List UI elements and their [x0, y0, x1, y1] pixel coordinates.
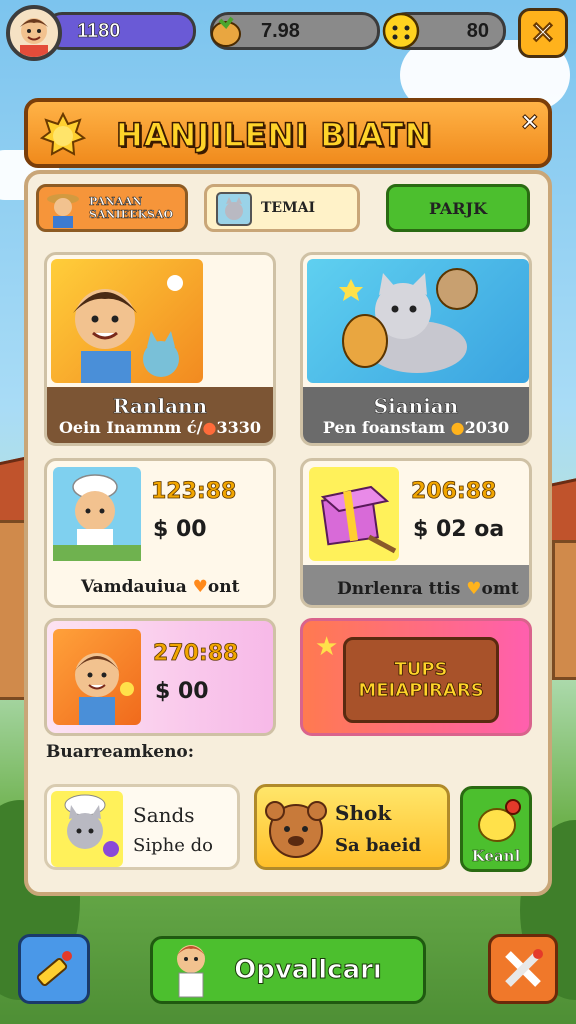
- section-label: Buarreamkeno:: [46, 742, 195, 762]
- offer-2-subtitle: Pen foanstam ●2030: [323, 418, 509, 437]
- bottom-item-2[interactable]: Shok Sa baeid: [254, 784, 450, 870]
- level-bar: 1180: [44, 12, 196, 50]
- item-3-cost: $ 00: [155, 679, 209, 704]
- promo-star-icon: ★: [315, 631, 339, 661]
- bottom-item-2-name: Shok: [335, 801, 392, 825]
- offer-2-price: 2030: [464, 417, 510, 437]
- tab-temai-label: TEMAI: [261, 200, 315, 216]
- bottom-item-1-detail: Siphe do: [133, 835, 213, 856]
- tab-temai[interactable]: TEMAI: [204, 184, 360, 232]
- top-close-button[interactable]: ✕: [518, 8, 568, 58]
- chef-cat-icon: [51, 791, 123, 867]
- bear-face-icon: [263, 797, 329, 861]
- tab-parjk[interactable]: PARJK: [386, 184, 530, 232]
- crossed-tools-icon: [505, 949, 543, 987]
- bottom-item-3-name: Keanl: [471, 847, 521, 866]
- girl-chef-image: [53, 629, 141, 725]
- item-1-cost: $ 00: [153, 517, 207, 542]
- promo-line-2: MEIAPIRARS: [358, 680, 484, 702]
- level-value: 1180: [77, 19, 121, 42]
- farmer-avatar-icon: [43, 189, 83, 229]
- offer-card-2[interactable]: Sianian Pen foanstam ●2030: [300, 252, 532, 446]
- offer-1-subtitle: Oein Inamnm ć/●3330: [59, 418, 261, 437]
- offer-2-subtitle-text: Pen foanstam: [322, 417, 446, 437]
- promo-sign: TUPS MEIAPIRARS: [343, 637, 499, 723]
- item-card-3[interactable]: 270:88 $ 00: [44, 618, 276, 736]
- coins-value: 7.98: [261, 19, 300, 42]
- sun-badge-icon: [39, 111, 87, 158]
- heart-coin-icon: ●: [202, 417, 217, 437]
- item-1-caption-tail: ont: [207, 577, 240, 597]
- tab-parjk-label: PARJK: [428, 198, 488, 218]
- item-2-caption: Dnrlenra ttis ♥omt: [337, 579, 519, 599]
- item-2-price: 206:88: [411, 479, 497, 505]
- bottom-item-1[interactable]: Sands Siphe do: [44, 784, 240, 870]
- main-action-button[interactable]: Opvallcarı: [150, 936, 426, 1004]
- heart-icon: ♥: [466, 579, 482, 599]
- gift-box-image: [309, 467, 399, 561]
- item-2-caption-tail: omt: [481, 579, 519, 599]
- heart-coin-icon: ●: [450, 417, 465, 437]
- banner-title: HANJILENI BIATN: [115, 115, 433, 155]
- hammer-button[interactable]: [18, 934, 90, 1004]
- chef-kid-image: [53, 467, 141, 561]
- item-1-caption: Vamdauiua ♥ont: [81, 577, 239, 597]
- shop-title-banner: HANJILENI BIATN ×: [24, 98, 552, 168]
- tools-button[interactable]: [488, 934, 558, 1004]
- cat-map-icon: [215, 191, 253, 227]
- offer-1-price: 3330: [216, 417, 262, 437]
- offer-1-subtitle-text: Oein Inamnm ć/: [58, 417, 203, 437]
- hammer-icon: [36, 951, 72, 987]
- item-2-cost: $ 02 oa: [413, 517, 505, 542]
- item-1-price: 123:88: [151, 479, 237, 505]
- carrot-coin-icon: [206, 10, 246, 50]
- item-3-price: 270:88: [153, 641, 239, 667]
- lemon-icon: [473, 795, 525, 847]
- gems-value: 80: [466, 19, 489, 42]
- bottom-item-2-detail: Sa baeid: [335, 835, 422, 856]
- offer-card-1[interactable]: Ranlann Oein Inamnm ć/●3330: [44, 252, 276, 446]
- tab-panaan-label: PANAAN SANIEEKSAO: [89, 195, 174, 222]
- offer-2-title: Sianian: [373, 393, 459, 418]
- smiley-gem-icon: [380, 10, 422, 52]
- close-x-icon: ✕: [530, 16, 556, 50]
- item-1-caption-text: Vamdauiua: [81, 577, 187, 597]
- main-action-label: Opvallcarı: [234, 955, 383, 986]
- heart-icon: ♥: [192, 577, 208, 597]
- item-2-caption-text: Dnrlenra ttis: [337, 579, 461, 599]
- banner-close-button[interactable]: ×: [521, 106, 538, 138]
- offer-card-1-footer: Ranlann Oein Inamnm ć/●3330: [47, 387, 273, 443]
- offer-card-2-footer: Sianian Pen foanstam ●2030: [303, 387, 529, 443]
- chef-mascot-icon: [163, 937, 219, 1007]
- item-card-1[interactable]: 123:88 $ 00 Vamdauiua ♥ont: [44, 458, 276, 608]
- promo-card[interactable]: ★ TUPS MEIAPIRARS: [300, 618, 532, 736]
- grey-cat-image: [307, 259, 529, 383]
- item-card-2[interactable]: 206:88 $ 02 oa Dnrlenra ttis ♥omt: [300, 458, 532, 608]
- offer-1-title: Ranlann: [112, 393, 208, 418]
- promo-line-1: TUPS: [394, 659, 448, 681]
- bottom-item-1-name: Sands: [133, 803, 195, 827]
- player-avatar[interactable]: [6, 5, 62, 61]
- bottom-item-3[interactable]: Keanl: [460, 786, 532, 872]
- boy-with-cat-image: [51, 259, 203, 383]
- tab-panaan[interactable]: PANAAN SANIEEKSAO: [36, 184, 188, 232]
